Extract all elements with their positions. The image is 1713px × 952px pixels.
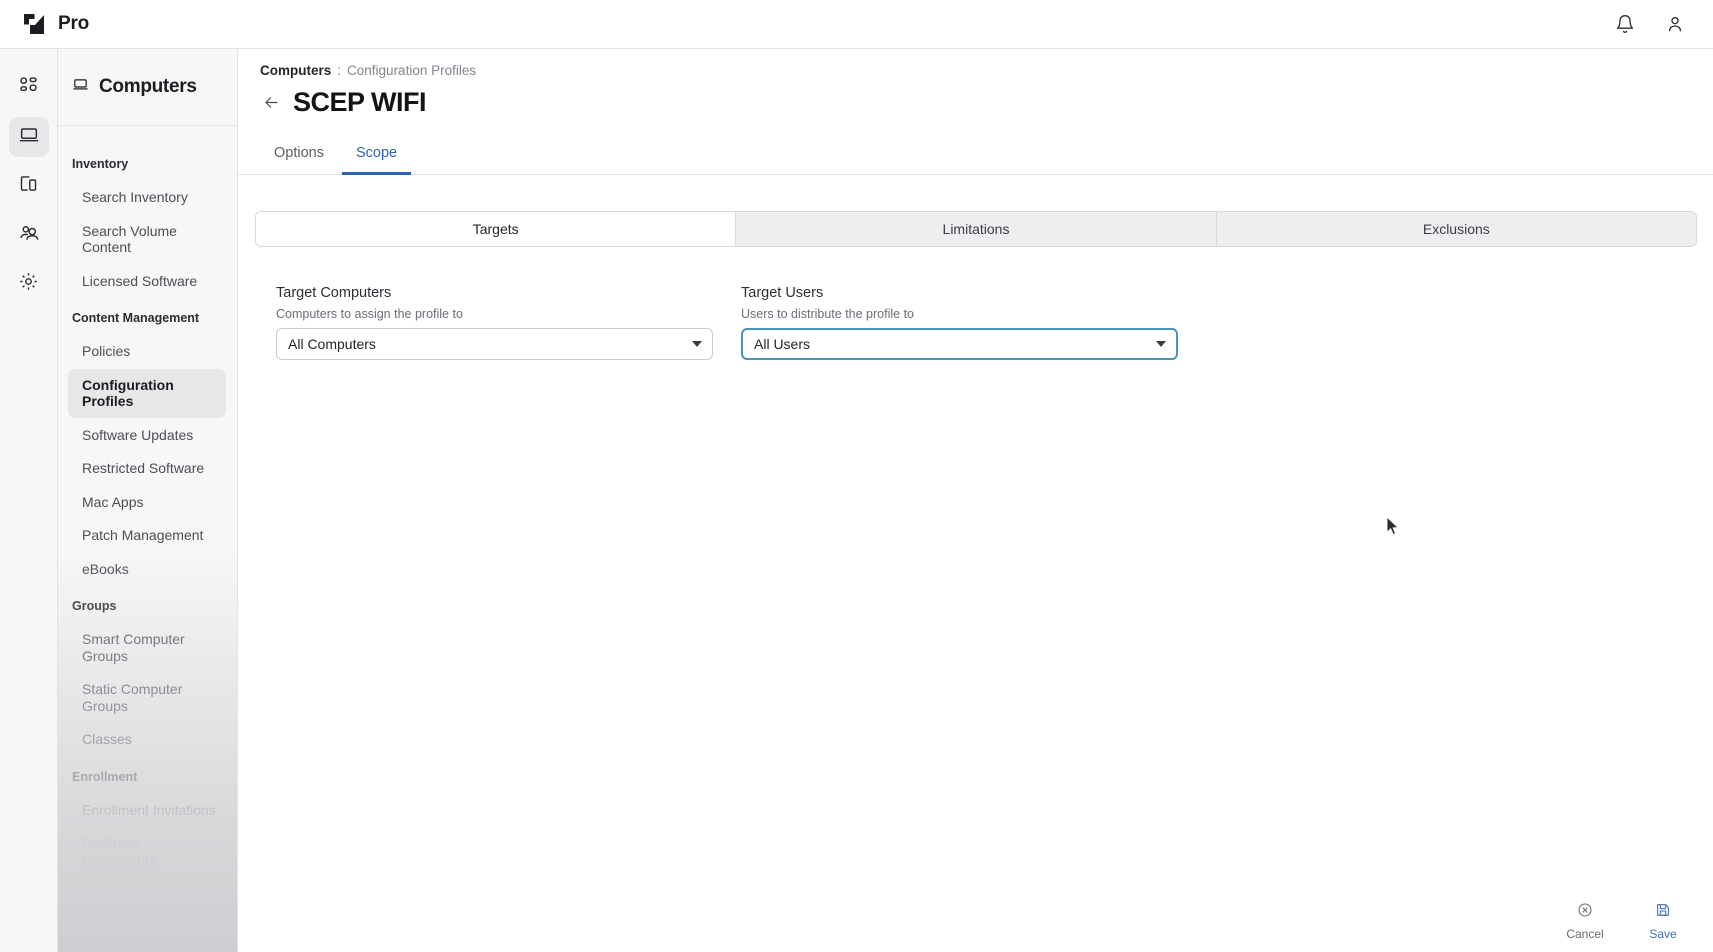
tab-options[interactable]: Options: [260, 138, 338, 175]
sidebar-item-restricted-software[interactable]: Restricted Software: [68, 452, 226, 485]
target-users-value: All Users: [754, 336, 811, 352]
brand-name: Pro: [58, 13, 90, 34]
scope-tab-exclusions[interactable]: Exclusions: [1215, 212, 1696, 246]
save-label: Save: [1649, 926, 1677, 941]
brand-logo[interactable]: Pro: [22, 12, 89, 37]
target-computers-select[interactable]: All Computers: [276, 328, 713, 360]
sidebar-header: Computers: [58, 49, 237, 126]
target-computers-help: Computers to assign the profile to: [276, 307, 463, 321]
laptop-icon: [72, 76, 89, 98]
nav-group-enrollment: Enrollment: [72, 769, 138, 784]
target-users-help: Users to distribute the profile to: [741, 307, 914, 321]
grid-dashboard-icon: [18, 75, 39, 101]
chevron-down-icon: [692, 341, 702, 347]
app-rail: [0, 49, 58, 952]
breadcrumb-current: Configuration Profiles: [347, 63, 477, 78]
page-header: Computers : Configuration Profiles SCEP …: [238, 49, 1713, 118]
page-title: SCEP WIFI: [293, 87, 427, 117]
breadcrumb-separator: :: [337, 63, 342, 78]
sidebar-item-prestage-enrollments[interactable]: PreStage Enrollments: [68, 827, 226, 876]
breadcrumb-root[interactable]: Computers: [260, 63, 331, 78]
sidebar-item-ebooks[interactable]: eBooks: [68, 553, 226, 586]
rail-item-devices[interactable]: [9, 166, 49, 206]
target-users-field: Target Users Users to distribute the pro…: [741, 285, 1178, 360]
rail-item-computers[interactable]: [8, 117, 49, 157]
main-content: Computers : Configuration Profiles SCEP …: [238, 49, 1713, 952]
sidebar-item-smart-computer-groups[interactable]: Smart Computer Groups: [68, 623, 226, 672]
jamf-logo-icon: [22, 12, 47, 37]
circle-x-icon: [1577, 902, 1593, 923]
sidebar-item-configuration-profiles[interactable]: Configuration Profiles: [68, 368, 226, 418]
target-computers-label: Target Computers: [276, 285, 392, 301]
target-users-label: Target Users: [741, 285, 824, 301]
section-sidebar: Computers Inventory Search Inventory Sea…: [58, 49, 238, 952]
tab-scope[interactable]: Scope: [341, 138, 412, 175]
sidebar-item-search-volume-content[interactable]: Search Volume Content: [68, 215, 226, 264]
sidebar-item-software-updates[interactable]: Software Updates: [68, 419, 226, 452]
gear-icon: [18, 271, 39, 297]
breadcrumb: Computers : Configuration Profiles: [260, 63, 1713, 78]
floppy-disk-save-icon: [1655, 902, 1671, 923]
nav-group-groups: Groups: [72, 599, 117, 614]
cancel-button[interactable]: Cancel: [1563, 902, 1607, 941]
mobile-devices-icon: [18, 173, 39, 199]
user-account-icon[interactable]: [1663, 12, 1687, 36]
nav-group-content-management: Content Management: [72, 311, 200, 326]
sidebar-item-licensed-software[interactable]: Licensed Software: [68, 265, 226, 298]
cancel-label: Cancel: [1566, 926, 1604, 941]
sidebar-item-mac-apps[interactable]: Mac Apps: [68, 486, 226, 519]
sidebar-item-static-computer-groups[interactable]: Static Computer Groups: [68, 673, 226, 722]
rail-item-users[interactable]: [9, 215, 49, 255]
arrow-left-icon[interactable]: [260, 92, 282, 114]
target-computers-value: All Computers: [288, 336, 376, 352]
rail-item-dashboard[interactable]: [9, 68, 49, 108]
save-button[interactable]: Save: [1641, 902, 1685, 941]
laptop-icon: [18, 124, 40, 151]
rail-item-settings[interactable]: [9, 264, 49, 304]
target-computers-field: Target Computers Computers to assign the…: [276, 285, 713, 360]
sidebar-item-classes[interactable]: Classes: [68, 723, 226, 756]
users-icon: [18, 222, 40, 249]
header-actions: [1613, 12, 1687, 36]
sidebar-item-patch-management[interactable]: Patch Management: [68, 519, 226, 552]
bottom-action-bar: Cancel Save: [238, 890, 1713, 952]
sidebar-item-search-inventory[interactable]: Search Inventory: [68, 181, 226, 214]
sidebar-nav: Inventory Search Inventory Search Volume…: [58, 126, 237, 876]
targets-form: Target Computers Computers to assign the…: [238, 247, 1713, 360]
tab-bar: Options Scope: [238, 138, 1713, 175]
nav-group-inventory: Inventory: [72, 157, 129, 171]
sidebar-item-policies[interactable]: Policies: [68, 335, 226, 368]
title-row: SCEP WIFI: [260, 87, 1713, 118]
scope-tab-limitations[interactable]: Limitations: [735, 212, 1216, 246]
page-section-title: Computers: [99, 76, 197, 97]
sidebar-item-enrollment-invitations[interactable]: Enrollment Invitations: [68, 794, 226, 827]
target-users-select[interactable]: All Users: [741, 328, 1178, 360]
chevron-down-icon: [1156, 341, 1166, 347]
bell-icon[interactable]: [1613, 12, 1637, 36]
scope-segmented-control: Targets Limitations Exclusions: [255, 211, 1697, 247]
scope-tab-targets[interactable]: Targets: [256, 212, 736, 246]
top-header-bar: Pro: [0, 0, 1713, 49]
